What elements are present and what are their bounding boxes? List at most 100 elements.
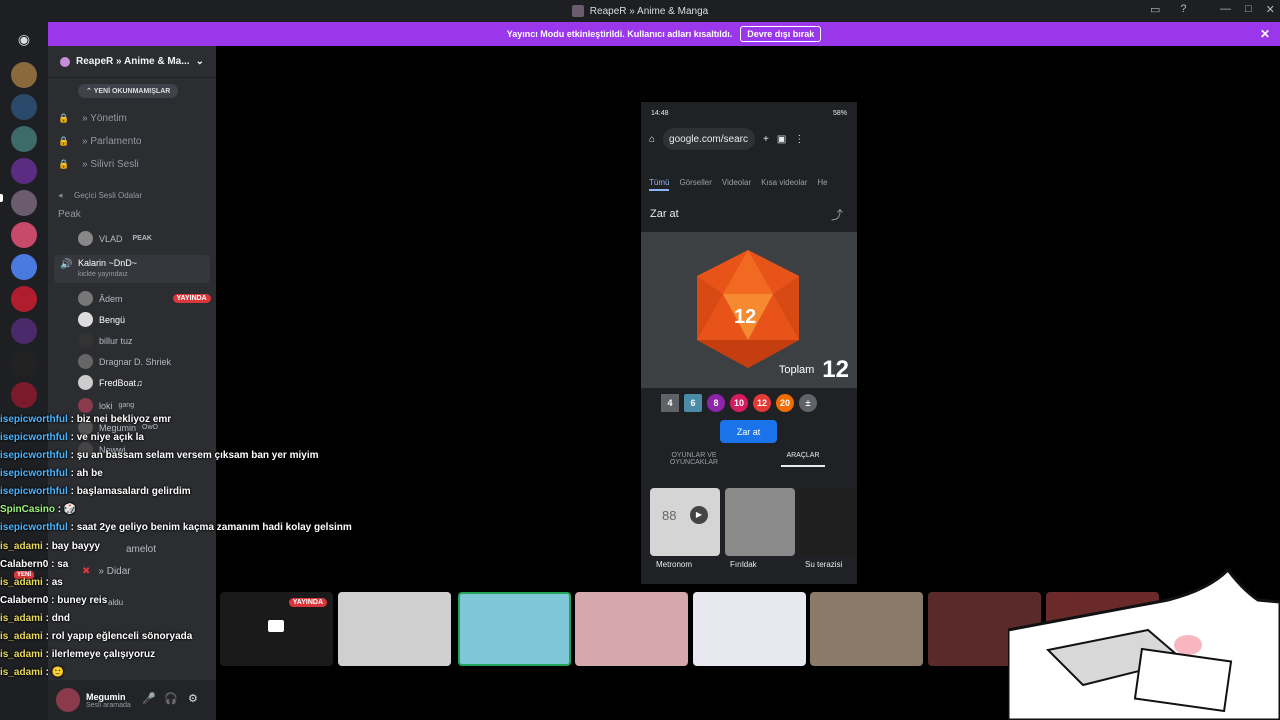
chevron-down-icon: ⌄: [195, 56, 204, 67]
tab-shorts[interactable]: Kısa videolar: [761, 178, 807, 191]
lock-icon: 🔒: [58, 159, 70, 169]
server-badge-icon: [60, 56, 70, 67]
modifier-button[interactable]: ±: [799, 394, 817, 412]
active-voice-channel[interactable]: 🔊 Kalarin ~DnD~ kickte yayındaız: [54, 255, 210, 283]
tabs-icon[interactable]: ▣: [777, 134, 786, 145]
headphones-icon[interactable]: 🎧: [164, 692, 178, 705]
minimize-button[interactable]: —: [1220, 3, 1231, 16]
voice-user[interactable]: loki gang: [78, 398, 134, 413]
server-icon[interactable]: [11, 350, 37, 376]
tab-videos[interactable]: Videolar: [722, 178, 751, 191]
mute-icon[interactable]: 🎤: [142, 692, 156, 705]
chat-line: Calabern0 : sa: [0, 559, 69, 570]
channel-parlamento[interactable]: 🔒» Parlamento: [58, 136, 141, 147]
chat-line: is_adami : as: [0, 577, 63, 588]
channel-sidebar: ReapeR » Anime & Ma... ⌄ ⌃ YENİ OKUNMAMI…: [14, 46, 216, 720]
participant-tile[interactable]: [338, 592, 451, 666]
settings-icon[interactable]: ⚙: [188, 692, 198, 705]
channel-silivri[interactable]: 🔒» Silivri Sesli: [58, 159, 139, 170]
chat-line: is_adami : ilerlemeye çalışıyoruz: [0, 649, 156, 660]
die-display: 12 Toplam 12: [641, 232, 857, 388]
close-banner-icon[interactable]: ✕: [1260, 27, 1270, 41]
url-bar[interactable]: google.com/searc: [663, 128, 756, 150]
participant-tile[interactable]: [575, 592, 688, 666]
disable-streamer-button[interactable]: Devre dışı bırak: [740, 26, 822, 42]
server-icon[interactable]: [11, 254, 37, 280]
level-tool[interactable]: [800, 488, 857, 556]
inbox-icon[interactable]: ▭: [1150, 3, 1160, 16]
user-name: Megumin: [86, 691, 126, 702]
participant-tile[interactable]: [458, 592, 571, 666]
monitor-icon: [268, 620, 284, 632]
bongo-cat-overlay: [1008, 567, 1280, 720]
discord-home-icon[interactable]: ◉: [11, 26, 37, 52]
avatar[interactable]: [56, 688, 80, 712]
spinner-tool[interactable]: [725, 488, 795, 556]
share-icon[interactable]: ⤴: [831, 206, 843, 223]
die-value: 12: [734, 306, 757, 328]
close-window-button[interactable]: ✕: [1266, 3, 1275, 16]
banner-text: Yayıncı Modu etkinleştirildi. Kullanıcı …: [506, 29, 733, 39]
chat-line: is_adami : rol yapıp eğlenceli sönoryada: [0, 631, 193, 642]
voice-user[interactable]: VLAD PEAK: [78, 231, 152, 246]
titlebar-icons: ▭ ?: [1150, 3, 1187, 16]
voice-user[interactable]: FredBoat♫: [78, 375, 143, 390]
chat-line: isepicworthful : başlamasalardı gelirdim: [0, 486, 191, 497]
search-tabs: Tümü Görseller Videolar Kısa videolar He: [649, 178, 828, 191]
menu-icon[interactable]: ⋮: [794, 134, 804, 145]
help-icon[interactable]: ?: [1180, 3, 1186, 16]
streamer-mode-banner: Yayıncı Modu etkinleştirildi. Kullanıcı …: [48, 22, 1280, 46]
voice-user[interactable]: billur tuz: [78, 333, 133, 348]
phone-screen: 14:48 58% ⌂ google.com/searc + ▣ ⋮ Tümü …: [641, 102, 857, 584]
chat-line: isepicworthful : şu an bassam selam vers…: [0, 450, 319, 461]
participant-tile[interactable]: [810, 592, 923, 666]
server-icon[interactable]: [11, 190, 37, 216]
server-header[interactable]: ReapeR » Anime & Ma... ⌄: [48, 46, 216, 78]
channel-peak[interactable]: Peak: [58, 209, 81, 220]
participant-tile[interactable]: [693, 592, 806, 666]
roll-button[interactable]: Zar at: [720, 420, 777, 443]
stream-tile[interactable]: YAYINDA: [220, 592, 333, 666]
d4-button[interactable]: 4: [661, 394, 679, 412]
user-panel: Megumin Sesli aramada 🎤 🎧 ⚙: [48, 680, 216, 720]
server-icon[interactable]: [11, 126, 37, 152]
d6-button[interactable]: 6: [684, 394, 702, 412]
dice-selector: 4 6 8 10 12 20 ±: [661, 394, 817, 412]
voice-user[interactable]: Âdem YAYINDA: [78, 291, 211, 306]
card-title: Zar at: [650, 208, 679, 220]
new-tab-icon[interactable]: +: [763, 134, 769, 145]
user-status: Sesli aramada: [86, 701, 131, 709]
channel-didar[interactable]: ✖» Didar: [82, 566, 131, 577]
channel-item[interactable]: aldu: [108, 598, 123, 607]
tab-tools[interactable]: ARAÇLAR: [781, 452, 825, 467]
chat-line: isepicworthful : biz nei bekliyoz emr: [0, 414, 172, 425]
unread-pill[interactable]: ⌃ YENİ OKUNMAMIŞLAR: [78, 84, 179, 98]
d20-button[interactable]: 20: [776, 394, 794, 412]
channel-item[interactable]: amelot: [126, 544, 156, 555]
tab-games[interactable]: OYUNLAR VE OYUNCAKLAR: [661, 452, 727, 466]
d12-button[interactable]: 12: [753, 394, 771, 412]
server-icon[interactable]: [11, 62, 37, 88]
maximize-button[interactable]: □: [1245, 3, 1252, 16]
server-icon[interactable]: [11, 286, 37, 312]
server-icon[interactable]: [11, 222, 37, 248]
lock-icon: 🔒: [58, 113, 70, 123]
d8-button[interactable]: 8: [707, 394, 725, 412]
tab-all[interactable]: Tümü: [649, 178, 670, 191]
play-icon: ▶: [690, 506, 708, 524]
voice-user[interactable]: Dragnar D. Shriek: [78, 354, 171, 369]
tab-more[interactable]: He: [817, 178, 827, 191]
category-temp-voice[interactable]: ◂ Geçici Sesli Odalar: [58, 190, 142, 201]
voice-user[interactable]: Bengü: [78, 312, 125, 327]
server-icon[interactable]: [11, 318, 37, 344]
window-controls: — □ ✕: [1220, 3, 1275, 16]
server-icon[interactable]: [11, 382, 37, 408]
server-icon[interactable]: [11, 158, 37, 184]
channel-yonetim[interactable]: 🔒» Yönetim: [58, 113, 127, 124]
tab-images[interactable]: Görseller: [679, 178, 711, 191]
home-icon[interactable]: ⌂: [649, 134, 655, 145]
d10-button[interactable]: 10: [730, 394, 748, 412]
metronome-tool[interactable]: 88 ▶: [650, 488, 720, 556]
server-icon[interactable]: [11, 94, 37, 120]
chat-line: is_adami : bay bayyy: [0, 541, 101, 552]
